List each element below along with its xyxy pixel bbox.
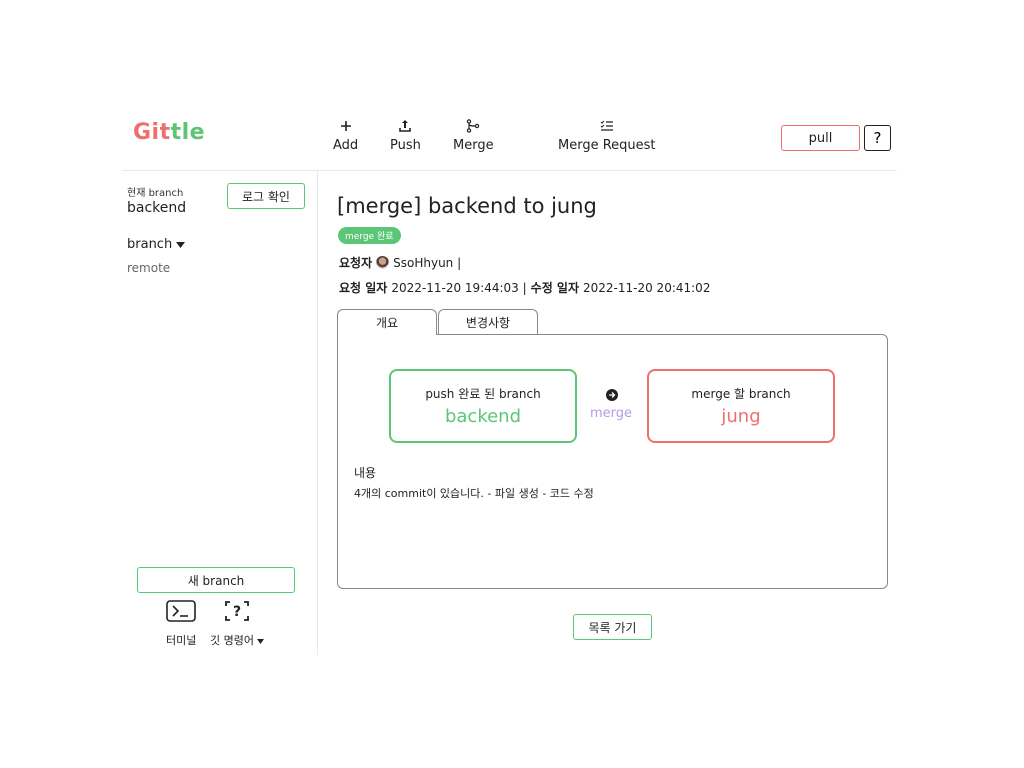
status-badge: merge 완료 — [338, 227, 401, 244]
avatar — [376, 256, 390, 269]
dates-row: 요청 일자 2022-11-20 19:44:03 | 수정 일자 2022-1… — [339, 279, 710, 296]
question-bracket-icon: ? — [224, 600, 250, 626]
terminal-icon — [166, 600, 196, 626]
target-branch-card: merge 할 branch jung — [647, 369, 835, 443]
git-commands-button[interactable]: ? 깃 명령어 — [210, 600, 264, 648]
push-button[interactable]: Push — [390, 116, 421, 153]
current-branch-value: backend — [127, 200, 187, 216]
push-label: Push — [390, 138, 421, 153]
merge-direction-label: merge — [590, 406, 633, 421]
git-commands-label-wrap: 깃 명령어 — [210, 632, 264, 648]
merge-button[interactable]: Merge — [453, 116, 494, 153]
back-to-list-button[interactable]: 목록 가기 — [573, 614, 652, 640]
svg-text:?: ? — [233, 604, 241, 620]
request-date-label: 요청 일자 — [339, 281, 388, 295]
app-logo: Gittle — [133, 120, 205, 145]
caret-down-icon — [256, 634, 264, 647]
arrow-right-icon — [606, 389, 618, 401]
content-label: 내용 — [354, 466, 377, 480]
modified-date-label: 수정 일자 — [530, 281, 579, 295]
source-branch-caption: push 완료 된 branch — [425, 387, 541, 401]
merge-request-title: [merge] backend to jung — [337, 194, 597, 218]
target-branch-name: jung — [721, 406, 761, 427]
merge-label: Merge — [453, 138, 494, 153]
requester-name: SsoHhyun | — [393, 255, 462, 270]
terminal-button[interactable]: 터미널 — [166, 600, 196, 648]
logo-text-part2: tle — [170, 120, 206, 145]
plus-icon — [340, 116, 352, 136]
tab-overview[interactable]: 개요 — [337, 309, 437, 335]
source-branch-card: push 완료 된 branch backend — [389, 369, 577, 443]
current-branch-label: 현재 branch — [127, 188, 184, 199]
target-branch-caption: merge 할 branch — [691, 387, 791, 401]
branch-dropdown[interactable]: branch — [127, 237, 186, 252]
branch-dropdown-label: branch — [127, 237, 173, 252]
merge-request-button[interactable]: Merge Request — [558, 116, 656, 153]
terminal-label: 터미널 — [166, 634, 197, 647]
git-merge-icon — [466, 116, 480, 136]
modified-date-value: 2022-11-20 20:41:02 — [583, 280, 711, 295]
upload-icon — [398, 116, 412, 136]
pull-button[interactable]: pull — [781, 125, 860, 151]
header-divider — [122, 170, 897, 171]
add-label: Add — [333, 138, 359, 153]
content-text: 4개의 commit이 있습니다. - 파일 생성 - 코드 수정 — [354, 487, 594, 500]
new-branch-button[interactable]: 새 branch — [137, 567, 295, 593]
add-button[interactable]: Add — [333, 116, 358, 153]
git-commands-label: 깃 명령어 — [210, 634, 254, 647]
remote-item[interactable]: remote — [127, 261, 170, 275]
help-button[interactable]: ? — [864, 125, 891, 151]
checklist-icon — [600, 116, 614, 136]
requester-label: 요청자 — [339, 256, 373, 270]
logo-text-part1: Git — [133, 120, 171, 145]
view-log-button[interactable]: 로그 확인 — [227, 183, 305, 209]
tab-changes[interactable]: 변경사항 — [438, 309, 538, 334]
merge-request-label: Merge Request — [558, 138, 656, 153]
source-branch-name: backend — [444, 406, 522, 427]
sidebar-divider — [317, 171, 318, 655]
request-date-value: 2022-11-20 19:44:03 | — [391, 280, 527, 295]
requester-row: 요청자 SsoHhyun | — [339, 254, 461, 271]
caret-down-icon — [176, 237, 186, 252]
